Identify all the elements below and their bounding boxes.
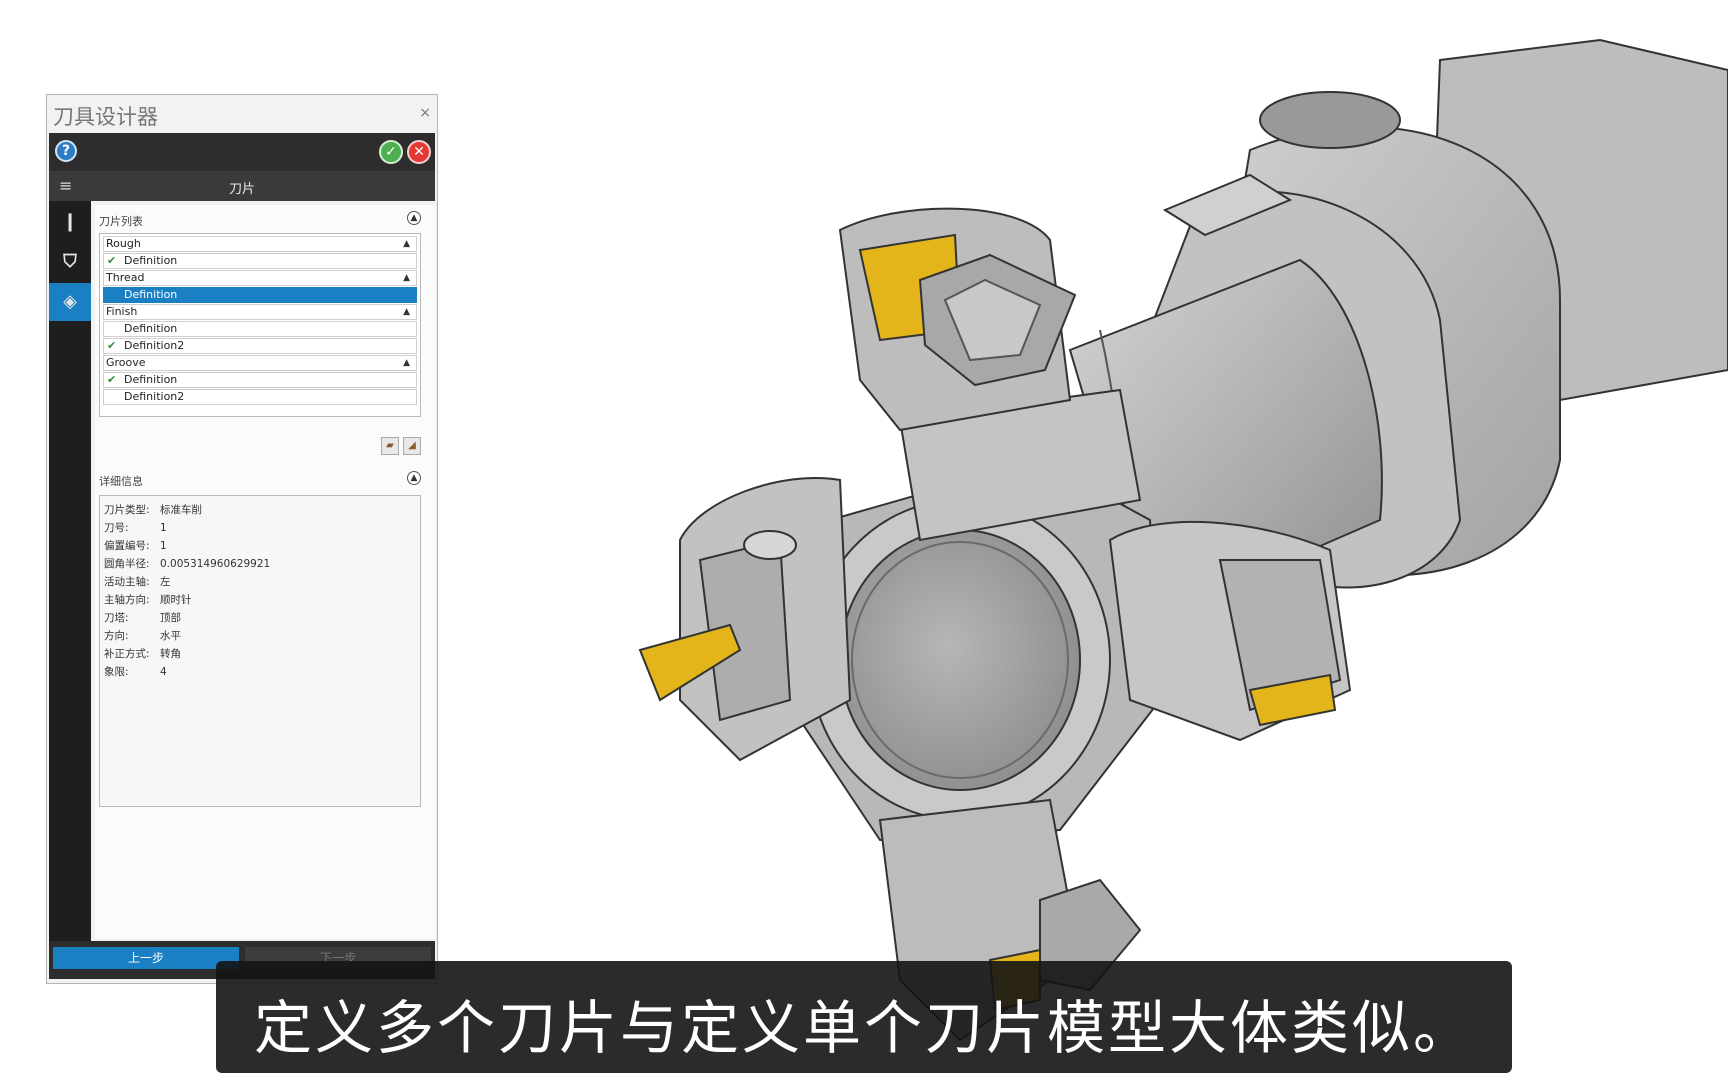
detail-row: 圆角半径: 0.005314960629921 (104, 558, 271, 570)
dialog-title: 刀具设计器 (53, 105, 158, 129)
video-subtitle: 定义多个刀片与定义单个刀片模型大体类似。 (216, 961, 1512, 1073)
insert-tree: Rough ▲ ✔ Definition Thread ▲ Definition Fi… (99, 233, 421, 417)
chevron-up-icon[interactable]: ▲ (403, 271, 410, 285)
chevron-up-icon[interactable]: ▲ (403, 305, 410, 319)
sidebar-tool-icon[interactable]: ❙ (49, 203, 91, 241)
insert-shape-icon[interactable]: ◢ (403, 437, 421, 455)
tree-group-rough[interactable]: Rough ▲ (103, 236, 417, 252)
insert-list-label: 刀片列表 (99, 215, 143, 228)
check-icon: ✔ (107, 339, 117, 352)
dialog-content: 刀片列表 ▲ Rough ▲ ✔ Definition Thread ▲ Defini… (95, 205, 435, 939)
tree-item-rough-definition[interactable]: ✔ Definition (103, 253, 417, 269)
collapse-insert-list-icon[interactable]: ▲ (407, 211, 421, 225)
detail-row: 方向: 水平 (104, 630, 181, 642)
dialog-sidebar: ❙ ⛉ ◈ (49, 201, 91, 941)
detail-row: 活动主轴: 左 (104, 576, 171, 588)
tree-item-finish-definition[interactable]: Definition (103, 321, 417, 337)
subtitle-text: 定义多个刀片与定义单个刀片模型大体类似。 (253, 994, 1474, 1062)
tree-group-groove[interactable]: Groove ▲ (103, 355, 417, 371)
detail-row: 偏置编号: 1 (104, 540, 167, 552)
detail-row: 象限: 4 (104, 666, 167, 678)
cancel-icon[interactable]: ✕ (407, 140, 431, 164)
chevron-up-icon[interactable]: ▲ (403, 356, 410, 370)
detail-row: 刀片类型: 标准车削 (104, 504, 202, 516)
detail-row: 主轴方向: 顺时针 (104, 594, 192, 606)
tool-designer-dialog: 刀具设计器 × ? ✓ ✕ ≡ 刀片 ❙ ⛉ ◈ 刀片列表 ▲ Rough ▲ ✔… (46, 94, 438, 984)
tree-item-thread-definition[interactable]: Definition (103, 287, 417, 303)
tree-group-finish[interactable]: Finish ▲ (103, 304, 417, 320)
insert-details-panel: 刀片类型: 标准车削 刀号: 1 偏置编号: 1 圆角半径: 0.00531496062… (99, 495, 421, 807)
chevron-up-icon[interactable]: ▲ (403, 237, 410, 251)
detail-row: 补正方式: 转角 (104, 648, 181, 660)
dialog-toolbar: ? ✓ ✕ (49, 133, 435, 171)
section-title: 刀片 (228, 182, 255, 197)
check-icon: ✔ (107, 254, 117, 267)
help-icon[interactable]: ? (55, 140, 77, 162)
left-tool-arm (638, 477, 852, 762)
section-header: ≡ 刀片 (49, 171, 435, 201)
detail-row: 刀号: 1 (104, 522, 167, 534)
detail-row: 刀塔: 顶部 (104, 612, 181, 624)
ok-icon[interactable]: ✓ (379, 140, 403, 164)
sidebar-insert-icon[interactable]: ◈ (49, 283, 91, 321)
sidebar-holder-icon[interactable]: ⛉ (49, 243, 91, 281)
tree-item-groove-definition2[interactable]: Definition2 (103, 389, 417, 405)
previous-step-button[interactable]: 上一步 (53, 947, 239, 969)
check-icon: ✔ (107, 373, 117, 386)
close-icon[interactable]: × (419, 105, 431, 121)
add-insert-icon[interactable]: ▰ (381, 437, 399, 455)
tree-item-groove-definition[interactable]: ✔ Definition (103, 372, 417, 388)
detail-label: 详细信息 (99, 475, 143, 488)
tree-item-finish-definition2[interactable]: ✔ Definition2 (103, 338, 417, 354)
tree-group-thread[interactable]: Thread ▲ (103, 270, 417, 286)
collapse-details-icon[interactable]: ▲ (407, 471, 421, 485)
